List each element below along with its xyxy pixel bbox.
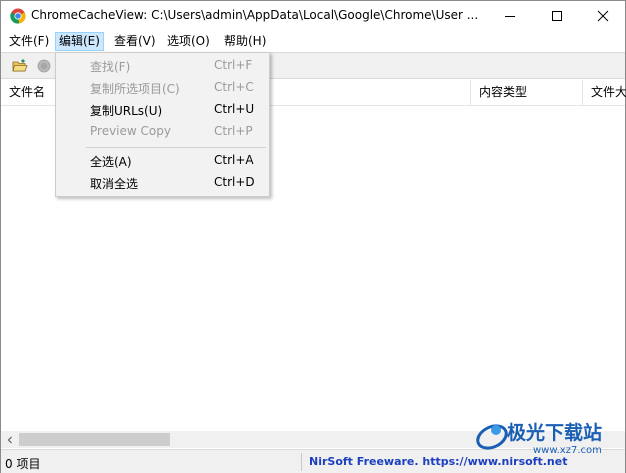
scroll-thumb[interactable] [19, 433, 170, 446]
menu-item-copy-selected[interactable]: 复制所选项目(C) Ctrl+C [58, 76, 267, 98]
title-bar: ChromeCacheView: C:\Users\admin\AppData\… [1, 1, 625, 31]
menu-bar: 文件(F) 编辑(E) 查看(V) 选项(O) 帮助(H) [1, 31, 625, 52]
maximize-button[interactable] [534, 1, 579, 31]
menu-item-find-shortcut: Ctrl+F [214, 58, 253, 72]
menu-item-preview-copy-shortcut: Ctrl+P [214, 124, 253, 138]
menu-item-copy-urls-shortcut: Ctrl+U [214, 102, 255, 116]
menu-item-copy-selected-shortcut: Ctrl+C [214, 80, 254, 94]
menu-item-copy-urls[interactable]: 复制URLs(U) Ctrl+U [58, 98, 267, 120]
maximize-icon [551, 11, 562, 21]
window-title: ChromeCacheView: C:\Users\admin\AppData\… [31, 8, 479, 22]
chrome-cache-app-icon [10, 8, 26, 24]
menu-item-copy-urls-label: 复制URLs(U) [90, 104, 163, 118]
edit-menu-dropdown: 查找(F) Ctrl+F 复制所选项目(C) Ctrl+C 复制URLs(U) … [55, 52, 270, 197]
menu-item-select-all-label: 全选(A) [90, 155, 132, 169]
menu-item-copy-selected-label: 复制所选项目(C) [90, 82, 180, 96]
menu-item-select-all[interactable]: 全选(A) Ctrl+A [58, 149, 267, 171]
item-count: 0 项目 [5, 457, 41, 471]
close-icon [597, 10, 608, 22]
menu-options[interactable]: 选项(O) [163, 32, 214, 51]
menu-item-deselect-all-shortcut: Ctrl+D [214, 175, 255, 189]
menu-item-deselect-all-label: 取消全选 [90, 177, 139, 191]
menu-item-select-all-shortcut: Ctrl+A [214, 153, 254, 167]
close-button[interactable] [580, 1, 625, 31]
app-window: ChromeCacheView: C:\Users\admin\AppData\… [0, 0, 626, 473]
column-header-content-type[interactable]: 内容类型 [471, 80, 583, 105]
column-header-file-size[interactable]: 文件大 [583, 80, 626, 105]
chevron-left-icon [7, 436, 12, 443]
scroll-left-button[interactable] [1, 431, 18, 448]
menu-item-preview-copy-label: Preview Copy [90, 124, 171, 138]
watermark-text: 极光下载站 [507, 422, 603, 444]
menu-file[interactable]: 文件(F) [5, 32, 53, 51]
menu-item-find-label: 查找(F) [90, 60, 131, 74]
menu-edit[interactable]: 编辑(E) [55, 32, 104, 51]
menu-item-find[interactable]: 查找(F) Ctrl+F [58, 54, 267, 76]
menu-separator [86, 147, 266, 148]
menu-item-deselect-all[interactable]: 取消全选 Ctrl+D [58, 171, 267, 193]
stop-icon [37, 59, 51, 73]
minimize-icon [504, 16, 515, 17]
stop-button[interactable] [35, 57, 53, 75]
menu-help[interactable]: 帮助(H) [220, 32, 270, 51]
menu-view[interactable]: 查看(V) [110, 32, 160, 51]
watermark-logo: 极光下载站 www.xz7.com [475, 418, 625, 460]
open-folder-button[interactable] [11, 57, 29, 75]
watermark-url: www.xz7.com [533, 445, 602, 456]
watermark-swirl-icon [476, 424, 508, 450]
minimize-button[interactable] [487, 1, 532, 31]
menu-item-preview-copy[interactable]: Preview Copy Ctrl+P [58, 120, 267, 142]
folder-open-icon [12, 59, 28, 72]
status-divider [301, 453, 302, 471]
